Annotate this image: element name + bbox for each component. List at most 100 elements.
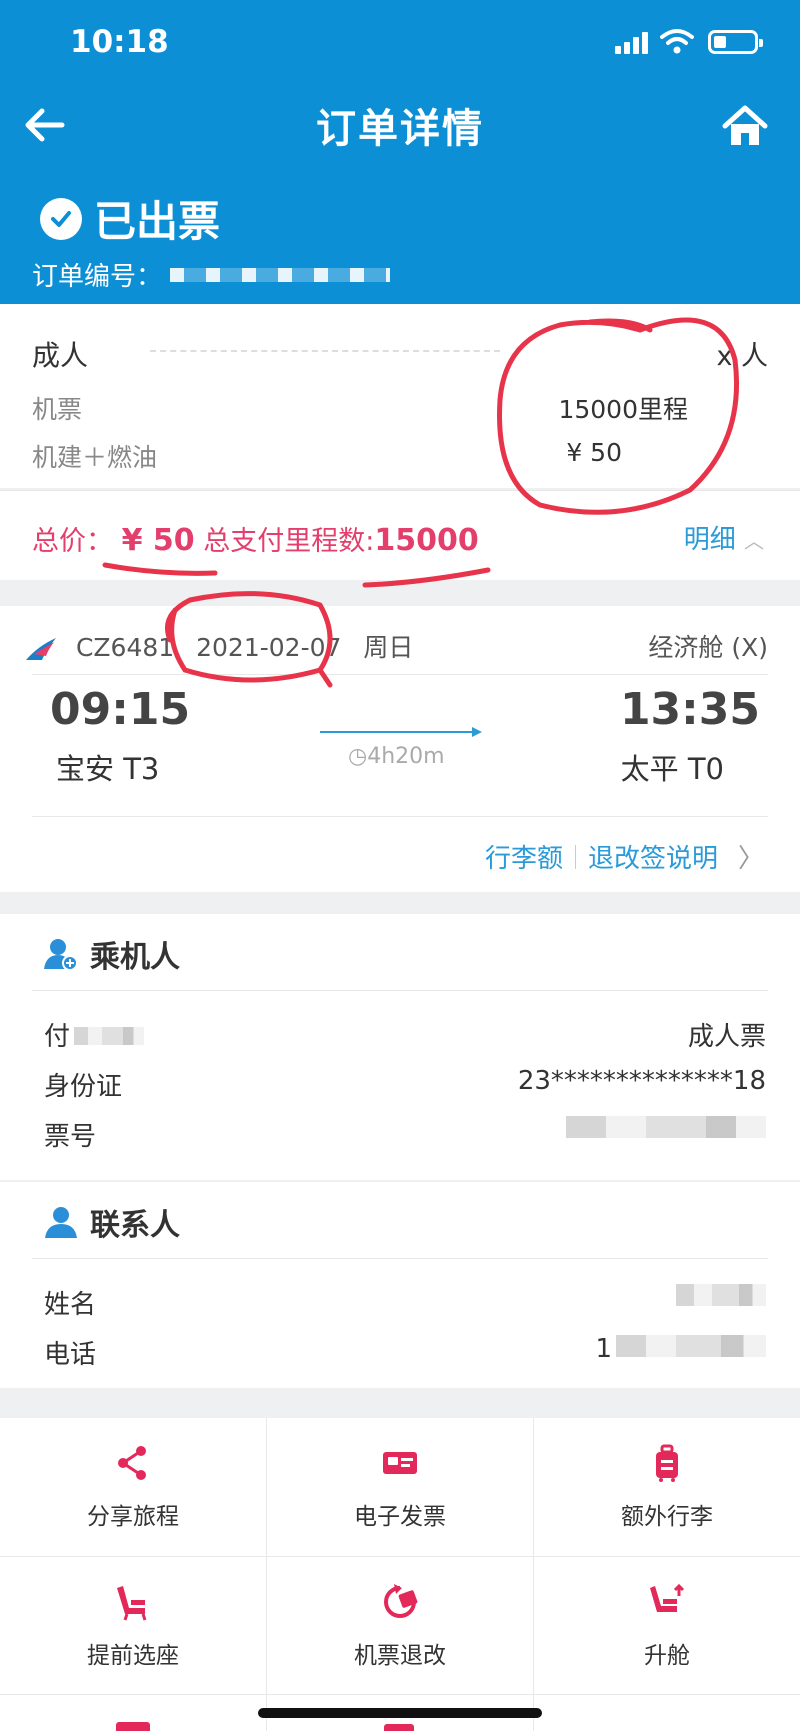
fare-ticket-row: 机票 15000里程 — [32, 390, 768, 426]
flight-info: CZ6481 2021-02-07 周日 — [24, 628, 413, 664]
tax-value: ¥ 50 — [566, 438, 622, 467]
contact-name-row: 姓名 — [44, 1284, 766, 1321]
detail-label[interactable]: 明细 — [684, 525, 736, 555]
airline-logo-icon — [26, 638, 56, 660]
departure-time: 09:15 — [50, 684, 191, 735]
action-e-invoice[interactable]: 电子发票 — [267, 1418, 533, 1556]
total-section: 总价： ¥ 50 总支付里程数:15000 明细 ︿ — [0, 490, 800, 580]
order-number: 订单编号： — [32, 256, 391, 293]
contact-name-label: 姓名 — [44, 1290, 97, 1320]
ticket-number-label: 票号 — [44, 1122, 97, 1152]
passenger-name: 付 — [44, 1016, 145, 1053]
duration-value: 4h20m — [367, 744, 445, 769]
check-circle-icon — [40, 197, 82, 240]
action-share-trip[interactable]: 分享旅程 — [0, 1418, 266, 1556]
total-price: 总价： ¥ 50 总支付里程数:15000 — [32, 519, 479, 558]
action-label: 提前选座 — [87, 1643, 179, 1669]
contact-title: 联系人 — [44, 1200, 180, 1244]
refund-icon — [384, 1584, 418, 1618]
passenger-name-text: 付 — [44, 1022, 71, 1052]
id-value: 23**************18 — [517, 1066, 766, 1096]
flight-links: 行李额 退改签说明 〉 — [485, 838, 764, 875]
flight-header: CZ6481 2021-02-07 周日 经济舱 (X) — [24, 628, 768, 664]
dashed-divider — [150, 350, 500, 352]
header: 10:18 订单详情 已出票 订单编号： — [0, 0, 800, 304]
fare-section: 成人 x 人 机票 15000里程 机建＋燃油 ¥ 50 — [0, 304, 800, 488]
partial-row-icon — [116, 1722, 150, 1731]
partial-row-icon — [384, 1724, 414, 1731]
ticket-number-row: 票号 — [44, 1116, 766, 1153]
luggage-icon — [656, 1444, 678, 1482]
total-label: 总价： — [32, 526, 113, 557]
flight-section: CZ6481 2021-02-07 周日 经济舱 (X) 09:15 13:35… — [0, 606, 800, 892]
cabin-class: 经济舱 (X) — [648, 633, 768, 662]
phone-prefix: 1 — [595, 1334, 612, 1364]
ticket-label: 机票 — [32, 395, 83, 424]
redacted-contact-name — [676, 1284, 766, 1306]
home-indicator — [258, 1708, 542, 1718]
ticket-status: 已出票 — [40, 188, 220, 249]
tax-label: 机建＋燃油 — [32, 443, 158, 472]
order-number-label: 订单编号： — [32, 262, 163, 292]
passenger-type: 成人 — [32, 339, 89, 372]
action-extra-baggage[interactable]: 额外行李 — [534, 1418, 800, 1556]
flight-duration: ◷4h20m — [348, 744, 445, 769]
id-row: 身份证 23**************18 — [44, 1066, 766, 1103]
seat-icon — [117, 1586, 147, 1621]
flight-arrow — [320, 727, 482, 737]
home-icon[interactable] — [722, 104, 768, 148]
miles-amount: 15000 — [374, 523, 479, 558]
fare-passenger-row: 成人 x 人 — [32, 334, 768, 374]
page-title: 订单详情 — [316, 106, 484, 152]
passenger-name-row: 付 成人票 — [44, 1016, 766, 1053]
redacted-order-number — [170, 267, 391, 282]
action-label: 电子发票 — [354, 1504, 446, 1530]
action-ticket-refund[interactable]: 机票退改 — [267, 1557, 533, 1695]
fare-tax-row: 机建＋燃油 ¥ 50 — [32, 438, 768, 474]
rules-link[interactable]: 退改签说明 — [588, 838, 718, 875]
contact-section: 联系人 姓名 电话 1 — [0, 1182, 800, 1388]
ticket-value: 15000里程 — [558, 395, 688, 424]
divider — [32, 816, 768, 817]
arrival-time: 13:35 — [619, 684, 760, 735]
divider — [32, 990, 768, 991]
redacted-phone — [616, 1335, 766, 1357]
battery-icon — [708, 30, 763, 54]
action-grid: 分享旅程 电子发票 额外行李 提前选座 机票退改 升舱 — [0, 1418, 800, 1731]
action-seat-selection[interactable]: 提前选座 — [0, 1557, 266, 1695]
cellular-signal-icon — [615, 30, 648, 54]
upgrade-icon — [650, 1583, 685, 1612]
status-time: 10:18 — [70, 24, 169, 60]
detail-toggle[interactable]: 明细 ︿ — [684, 519, 764, 556]
status-bar: 10:18 — [0, 0, 800, 90]
contact-person-icon — [45, 1207, 77, 1238]
chevron-up-icon: ︿ — [744, 529, 764, 553]
redacted-ticket-number — [566, 1116, 766, 1138]
invoice-icon — [383, 1452, 417, 1474]
action-label: 分享旅程 — [87, 1504, 179, 1530]
action-label: 机票退改 — [354, 1643, 446, 1669]
contact-phone-label: 电话 — [44, 1340, 97, 1370]
ticket-type: 成人票 — [687, 1022, 766, 1052]
status-text: 已出票 — [94, 197, 221, 246]
contact-section-title: 联系人 — [90, 1208, 180, 1243]
arrival-airport: 太平 T0 — [620, 752, 724, 786]
chevron-right-icon[interactable]: 〉 — [738, 838, 764, 875]
flight-date: 2021-02-07 — [196, 633, 342, 662]
baggage-link[interactable]: 行李额 — [485, 838, 563, 875]
contact-phone: 1 — [595, 1334, 766, 1371]
redacted-name — [74, 1027, 145, 1045]
wifi-icon — [660, 29, 694, 54]
miles-label: 总支付里程数: — [203, 526, 375, 557]
action-label: 额外行李 — [621, 1504, 713, 1530]
passenger-title: 乘机人 — [44, 932, 180, 976]
flight-weekday: 周日 — [363, 633, 414, 662]
link-separator — [574, 844, 576, 869]
action-upgrade[interactable]: 升舱 — [534, 1557, 800, 1695]
id-label: 身份证 — [44, 1072, 123, 1102]
divider — [32, 1258, 768, 1259]
departure-airport: 宝安 T3 — [56, 752, 160, 786]
share-icon — [118, 1446, 146, 1480]
passenger-section: 乘机人 付 成人票 身份证 23**************18 票号 — [0, 914, 800, 1180]
passenger-section-title: 乘机人 — [90, 940, 180, 975]
